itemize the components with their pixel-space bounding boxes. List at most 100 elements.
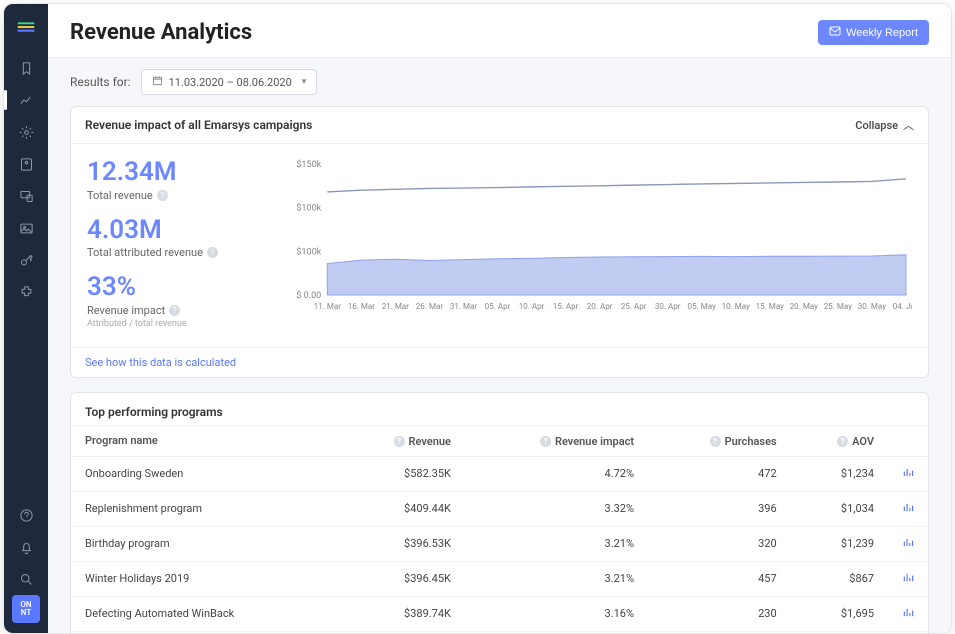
cell-aov: $1,239: [791, 526, 888, 561]
nav-plugin-icon[interactable]: [4, 278, 48, 306]
help-icon[interactable]: ?: [394, 436, 405, 447]
table-row[interactable]: Winter Holidays 2019 $396.45K 3.21% 457 …: [71, 561, 928, 596]
cell-revenue: $396.45K: [337, 561, 465, 596]
programs-card: Top performing programs Program name ?Re…: [70, 392, 929, 633]
impact-value: 33%: [87, 273, 287, 302]
cell-purchases: 472: [648, 456, 791, 491]
nav-search-icon[interactable]: [4, 565, 48, 593]
programs-table: Program name ?Revenue ?Revenue impact ?P…: [71, 425, 928, 633]
svg-text:10. May: 10. May: [722, 302, 751, 311]
results-for-label: Results for:: [70, 75, 131, 89]
metrics-panel: 12.34M Total revenue? 4.03M Total attrib…: [87, 158, 287, 339]
table-row[interactable]: Defecting Automated WinBack $389.74K 3.1…: [71, 596, 928, 631]
cell-purchases: 396: [648, 491, 791, 526]
col-purchases: ?Purchases: [648, 425, 791, 456]
chevron-up-icon: ︿: [903, 117, 914, 133]
cell-aov: $1,234: [791, 456, 888, 491]
nav-image-icon[interactable]: [4, 214, 48, 242]
svg-text:26. Mar: 26. Mar: [416, 302, 444, 311]
cell-impact: 4.72%: [465, 456, 648, 491]
cell-name: Onboarding Sweden: [71, 456, 337, 491]
cell-revenue: $582.35K: [337, 456, 465, 491]
cell-aov: $867: [791, 561, 888, 596]
collapse-label: Collapse: [855, 119, 898, 132]
row-chart-button[interactable]: [888, 526, 928, 561]
cell-aov: $2,065: [791, 631, 888, 633]
nav-help-icon[interactable]: [4, 501, 48, 529]
app-logo: [15, 16, 37, 38]
help-icon[interactable]: ?: [837, 436, 848, 447]
table-row[interactable]: Replenishment program $409.44K 3.32% 396…: [71, 491, 928, 526]
cell-revenue: $396.53K: [337, 526, 465, 561]
row-chart-button[interactable]: [888, 491, 928, 526]
svg-text:10. Apr: 10. Apr: [519, 302, 545, 311]
programs-title: Top performing programs: [85, 405, 223, 419]
svg-text:$150k: $150k: [296, 159, 321, 170]
cell-revenue: $365.46K: [337, 631, 465, 633]
table-row[interactable]: Onboarding Sweden $582.35K 4.72% 472 $1,…: [71, 456, 928, 491]
cell-aov: $1,034: [791, 491, 888, 526]
cell-impact: 3.21%: [465, 526, 648, 561]
attributed-revenue-value: 4.03M: [87, 216, 287, 245]
svg-text:11. Mar: 11. Mar: [314, 302, 342, 311]
nav-notifications-icon[interactable]: [4, 533, 48, 561]
svg-text:04. Jun: 04. Jun: [893, 302, 912, 311]
total-revenue-label: Total revenue: [87, 189, 153, 202]
mail-icon: [829, 26, 841, 39]
user-badge[interactable]: ON NT: [12, 595, 40, 623]
attributed-revenue-label: Total attributed revenue: [87, 246, 203, 259]
weekly-report-button[interactable]: Weekly Report: [818, 20, 929, 45]
svg-text:31. Mar: 31. Mar: [450, 302, 478, 311]
help-icon[interactable]: ?: [540, 436, 551, 447]
nav-settings-icon[interactable]: [4, 118, 48, 146]
row-chart-button[interactable]: [888, 631, 928, 633]
svg-text:25. Apr: 25. Apr: [621, 302, 647, 311]
col-revenue: ?Revenue: [337, 425, 465, 456]
svg-text:20. May: 20. May: [790, 302, 819, 311]
impact-sub: Attributed / total revenue: [87, 319, 287, 329]
total-revenue-value: 12.34M: [87, 158, 287, 187]
help-icon[interactable]: ?: [157, 190, 168, 201]
cell-purchases: 457: [648, 561, 791, 596]
impact-label: Revenue impact: [87, 304, 165, 317]
cell-impact: 2.96%: [465, 631, 648, 633]
col-impact: ?Revenue impact: [465, 425, 648, 456]
svg-text:21. Mar: 21. Mar: [382, 302, 410, 311]
nav-devices-icon[interactable]: [4, 182, 48, 210]
collapse-button[interactable]: Collapse ︿: [855, 117, 914, 133]
cell-revenue: $409.44K: [337, 491, 465, 526]
calendar-icon: [152, 75, 163, 89]
nav-analytics-icon[interactable]: [4, 86, 48, 114]
svg-text:20. Apr: 20. Apr: [587, 302, 613, 311]
how-calculated-link[interactable]: See how this data is calculated: [71, 347, 928, 377]
table-row[interactable]: Win back churning customer $365.46K 2.96…: [71, 631, 928, 633]
chevron-down-icon: ▾: [302, 77, 307, 87]
svg-text:30. Apr: 30. Apr: [655, 302, 681, 311]
row-chart-button[interactable]: [888, 561, 928, 596]
page-header: Revenue Analytics Weekly Report: [48, 4, 951, 58]
col-program-name: Program name: [71, 425, 337, 456]
sidebar: ON NT: [4, 4, 48, 633]
cell-impact: 3.32%: [465, 491, 648, 526]
cell-name: Birthday program: [71, 526, 337, 561]
impact-card-title: Revenue impact of all Emarsys campaigns: [85, 118, 312, 132]
cell-name: Winter Holidays 2019: [71, 561, 337, 596]
cell-revenue: $389.74K: [337, 596, 465, 631]
nav-bookmark-icon[interactable]: [4, 54, 48, 82]
help-icon[interactable]: ?: [169, 305, 180, 316]
help-icon[interactable]: ?: [710, 436, 721, 447]
svg-text:30. May: 30. May: [858, 302, 887, 311]
row-chart-button[interactable]: [888, 456, 928, 491]
revenue-impact-card: Revenue impact of all Emarsys campaigns …: [70, 106, 929, 378]
nav-key-icon[interactable]: [4, 246, 48, 274]
date-range-picker[interactable]: 11.03.2020 – 08.06.2020 ▾: [141, 69, 318, 95]
svg-text:$100k: $100k: [296, 203, 321, 214]
weekly-report-label: Weekly Report: [846, 27, 918, 39]
nav-contacts-icon[interactable]: [4, 150, 48, 178]
svg-text:05. May: 05. May: [688, 302, 717, 311]
row-chart-button[interactable]: [888, 596, 928, 631]
badge-line2: NT: [21, 609, 31, 617]
help-icon[interactable]: ?: [207, 247, 218, 258]
table-row[interactable]: Birthday program $396.53K 3.21% 320 $1,2…: [71, 526, 928, 561]
svg-text:$100k: $100k: [296, 246, 321, 257]
